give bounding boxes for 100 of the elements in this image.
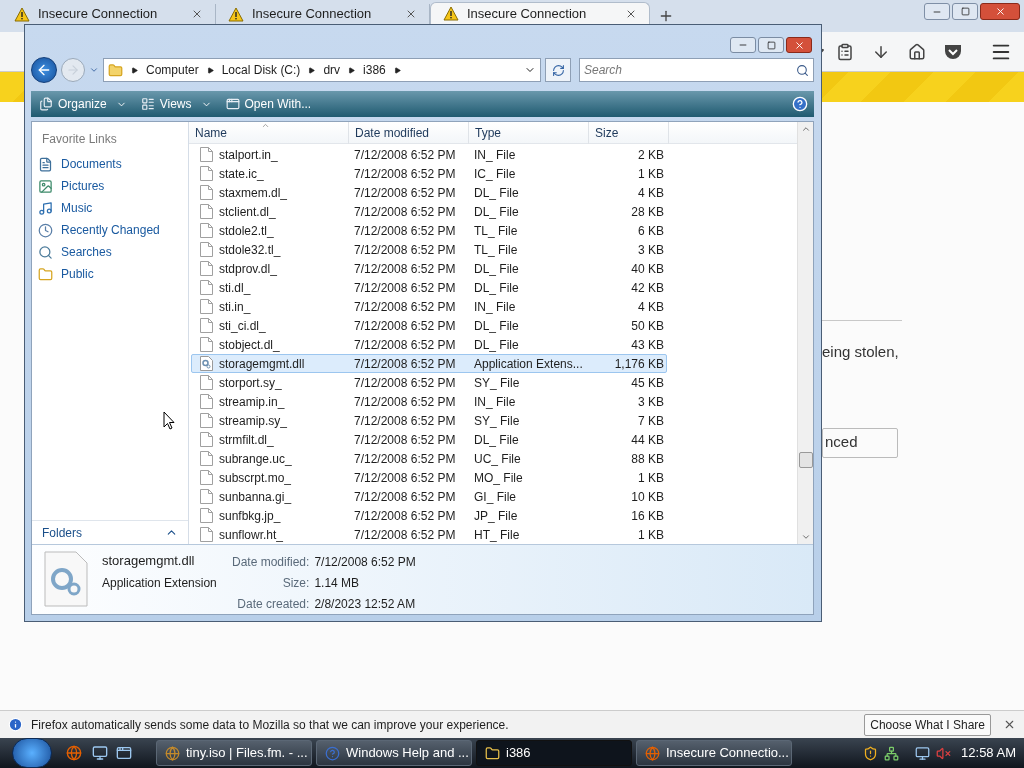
file-row[interactable]: sunbanna.gi_ 7/12/2008 6:52 PM GI_ File 10 KB [191,487,667,506]
type-cell-text: IN_ File [473,393,517,411]
date-cell-text: 7/12/2008 6:52 PM [353,374,457,392]
favorite-link[interactable]: Pictures [61,177,105,195]
file-name: sti.in_ [219,298,251,316]
favorite-link[interactable]: Music [61,199,93,217]
size-cell-text: 1 KB [637,469,664,487]
file-row[interactable]: staxmem.dl_ 7/12/2008 6:52 PM DL_ File 4 KB [191,183,667,202]
file-row[interactable]: sunflowr.ht_ 7/12/2008 6:52 PM HT_ File 1 KB [191,525,667,544]
file-name: stalport.in_ [219,146,278,164]
file-row[interactable]: stalport.in_ 7/12/2008 6:52 PM IN_ File 2 KB [191,145,667,164]
detail-label: Date created: [236,596,310,613]
file-name: state.ic_ [219,165,264,183]
file-row[interactable]: strmfilt.dl_ 7/12/2008 6:52 PM DL_ File 44 KB [191,430,667,449]
date-cell-text: 7/12/2008 6:52 PM [353,450,457,468]
breadcrumb[interactable]: Local Disk (C:) [221,61,301,79]
share-button[interactable]: Choose What I Share [864,713,991,736]
size-cell-text: 42 KB [630,279,664,297]
pane-heading: Favorite Links [42,131,118,148]
taskbar-button[interactable]: i386 [476,740,632,766]
taskbar-button[interactable]: Insecure Connectio... [636,740,792,766]
search-field[interactable]: Search [579,58,814,82]
size-cell-text: 16 KB [630,507,664,525]
type-cell-text: JP_ File [473,507,519,525]
size-cell-text: 6 KB [637,222,664,240]
file-row[interactable]: sti_ci.dl_ 7/12/2008 6:52 PM DL_ File 50 KB [191,316,667,335]
file-row[interactable]: stdole2.tl_ 7/12/2008 6:52 PM TL_ File 6 KB [191,221,667,240]
file-row[interactable]: state.ic_ 7/12/2008 6:52 PM IC_ File 1 KB [191,164,667,183]
breadcrumb[interactable]: Computer [146,61,199,79]
date-cell-text: 7/12/2008 6:52 PM [353,393,457,411]
file-row[interactable]: stclient.dl_ 7/12/2008 6:52 PM DL_ File 28 KB [191,202,667,221]
column-header[interactable]: Size [589,122,669,144]
file-name: stclient.dl_ [219,203,276,221]
file-row[interactable]: stobject.dl_ 7/12/2008 6:52 PM DL_ File 43 KB [191,335,667,354]
type-cell-text: SY_ File [473,412,521,430]
file-name: storagemgmt.dll [219,355,305,373]
file-name: streamip.sy_ [219,412,288,430]
size-cell-text: 1,176 KB [613,355,664,373]
file-name: storport.sy_ [219,374,282,392]
detail-value: 2/8/2023 12:52 AM [314,596,416,613]
browser-tab[interactable]: Insecure Connection [430,2,650,24]
file-row[interactable]: subscrpt.mo_ 7/12/2008 6:52 PM MO_ File 1 KB [191,468,667,487]
advanced-button[interactable]: nced [822,427,898,458]
file-row[interactable]: storagemgmt.dll 7/12/2008 6:52 PM Application Extens... 1,176 KB [191,354,667,373]
file-row[interactable]: stdole32.tl_ 7/12/2008 6:52 PM TL_ File 3 KB [191,240,667,259]
date-cell-text: 7/12/2008 6:52 PM [353,165,457,183]
file-name: storagemgmt.dll [102,552,196,570]
file-name: subrange.uc_ [219,450,292,468]
file-row[interactable]: sti.dl_ 7/12/2008 6:52 PM DL_ File 42 KB [191,278,667,297]
size-cell-text: 88 KB [630,450,664,468]
file-row[interactable]: sunfbkg.jp_ 7/12/2008 6:52 PM JP_ File 16 KB [191,506,667,525]
file-row[interactable]: stdprov.dl_ 7/12/2008 6:52 PM DL_ File 40 KB [191,259,667,278]
type-cell-text: IN_ File [473,146,517,164]
detail-label: Date modified: [232,554,310,571]
size-cell-text: 4 KB [637,184,664,202]
type-cell-text: SY_ File [473,374,521,392]
toolbar-button[interactable]: Open With... [223,93,314,115]
file-name: sunbanna.gi_ [219,488,292,506]
column-header[interactable]: Date modified [349,122,469,144]
file-name: stdole2.tl_ [219,222,274,240]
favorite-link[interactable]: Documents [61,155,122,173]
date-cell-text: 7/12/2008 6:52 PM [353,488,457,506]
file-row[interactable]: streamip.in_ 7/12/2008 6:52 PM IN_ File 3 KB [191,392,667,411]
toolbar-button[interactable]: Views [138,93,214,115]
date-cell-text: 7/12/2008 6:52 PM [353,412,457,430]
file-row[interactable]: streamip.sy_ 7/12/2008 6:52 PM SY_ File 7 KB [191,411,667,430]
favorite-link[interactable]: Public [61,265,94,283]
date-cell-text: 7/12/2008 6:52 PM [353,203,457,221]
type-cell-text: DL_ File [473,260,520,278]
favorite-link[interactable]: Searches [61,243,112,261]
file-name: strmfilt.dl_ [219,431,274,449]
taskbar-button[interactable]: Windows Help and ... [316,740,472,766]
file-row[interactable]: storport.sy_ 7/12/2008 6:52 PM SY_ File 45 KB [191,373,667,392]
date-cell-text: 7/12/2008 6:52 PM [353,526,457,544]
favorite-link[interactable]: Recently Changed [61,221,160,239]
clock[interactable]: 12:58 AM [961,743,1016,763]
date-cell-text: 7/12/2008 6:52 PM [353,260,457,278]
size-cell-text: 10 KB [630,488,664,506]
file-row[interactable]: subrange.uc_ 7/12/2008 6:52 PM UC_ File 88 KB [191,449,667,468]
column-header[interactable]: Type [469,122,589,144]
date-cell-text: 7/12/2008 6:52 PM [353,336,457,354]
file-row[interactable]: sti.in_ 7/12/2008 6:52 PM IN_ File 4 KB [191,297,667,316]
toolbar-button[interactable]: Organize [37,93,129,115]
column-header[interactable]: Name [189,122,349,144]
file-name: staxmem.dl_ [219,184,288,202]
file-name: sti_ci.dl_ [219,317,266,335]
size-cell-text: 3 KB [637,241,664,259]
detail-label: Size: [281,575,310,592]
date-cell-text: 7/12/2008 6:52 PM [353,469,457,487]
size-cell-text: 28 KB [630,203,664,221]
breadcrumb[interactable]: drv [323,61,341,79]
size-cell-text: 7 KB [637,412,664,430]
type-cell-text: IC_ File [473,165,517,183]
type-cell-text: UC_ File [473,450,522,468]
taskbar-button[interactable]: tiny.iso | Files.fm. - ... [156,740,312,766]
detail-value: 1.14 MB [314,575,361,592]
tab-title: Insecure Connection [38,5,159,24]
address-bar[interactable]: Computer Local Disk (C:) drv i386 [103,58,541,82]
type-cell-text: Application Extens... [473,355,584,373]
breadcrumb[interactable]: i386 [363,61,386,79]
